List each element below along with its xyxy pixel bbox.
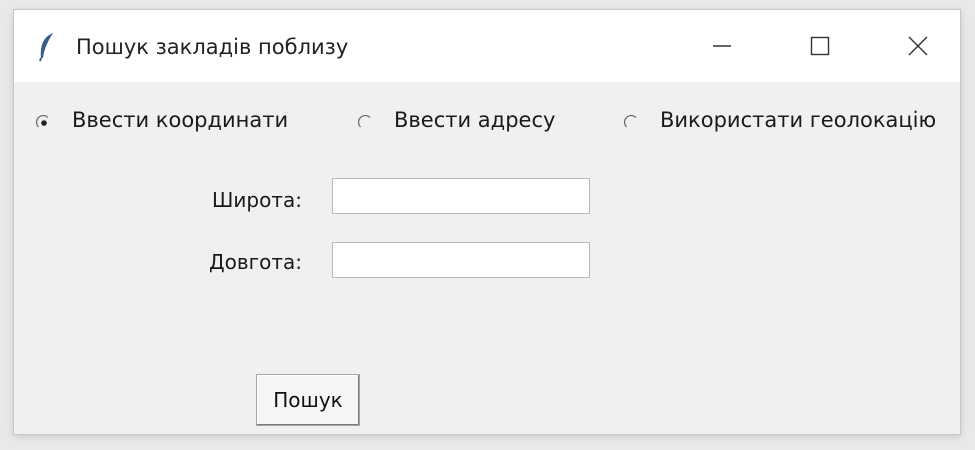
- radio-label: Ввести адресу: [394, 108, 556, 132]
- radio-enter-address[interactable]: Ввести адресу: [357, 108, 556, 132]
- radio-selected-icon: [35, 112, 52, 128]
- title-bar[interactable]: Пошук закладів поблизу: [14, 10, 960, 82]
- latitude-input[interactable]: [332, 178, 590, 214]
- minimize-button[interactable]: [676, 10, 768, 82]
- longitude-label: Довгота:: [208, 250, 302, 274]
- radio-label: Використати геолокацію: [660, 108, 937, 132]
- maximize-icon: [810, 36, 830, 56]
- radio-use-geolocation[interactable]: Використати геолокацію: [623, 108, 937, 132]
- search-button[interactable]: Пошук: [256, 374, 360, 426]
- close-icon: [908, 36, 928, 56]
- app-window: Пошук закладів поблизу Ввести координати…: [14, 10, 960, 434]
- window-title: Пошук закладів поблизу: [76, 35, 349, 59]
- minimize-icon: [712, 36, 732, 56]
- latitude-label: Широта:: [212, 188, 302, 212]
- content-area: Ввести координати Ввести адресу Використ…: [14, 82, 960, 434]
- radio-label: Ввести координати: [72, 108, 289, 132]
- maximize-button[interactable]: [774, 10, 866, 82]
- radio-unselected-icon: [357, 112, 374, 128]
- feather-icon: [38, 32, 56, 62]
- radio-unselected-icon: [623, 112, 640, 128]
- close-button[interactable]: [872, 10, 964, 82]
- longitude-input[interactable]: [332, 242, 590, 278]
- radio-enter-coordinates[interactable]: Ввести координати: [35, 108, 289, 132]
